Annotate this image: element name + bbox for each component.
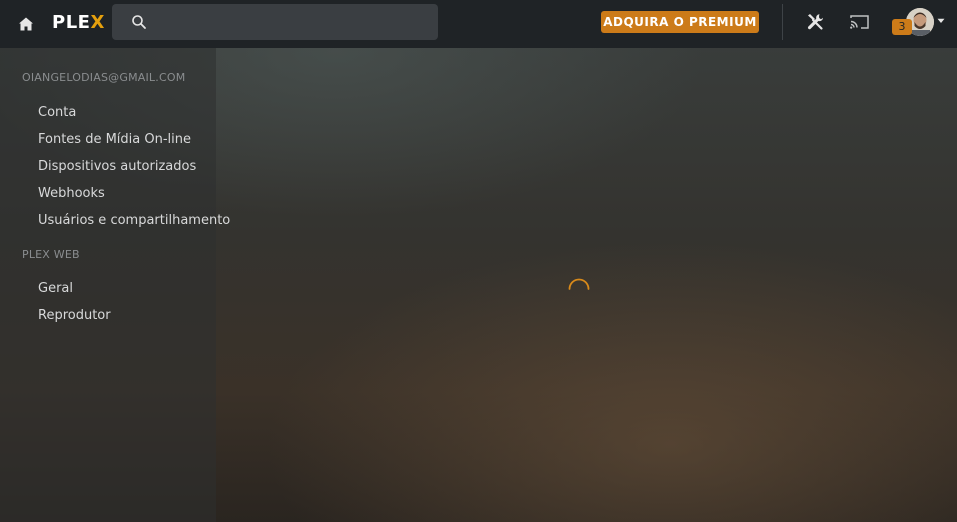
logo-accent: X — [90, 12, 105, 33]
sidebar-item-users-sharing[interactable]: Usuários e compartilhamento — [38, 213, 230, 228]
account-section-header: OIANGELODIAS@GMAIL.COM — [22, 71, 186, 84]
plex-web-section-header: PLEX WEB — [22, 248, 80, 261]
logo-text: PLE — [52, 12, 91, 33]
sidebar-item-general[interactable]: Geral — [38, 281, 73, 296]
user-menu-button[interactable]: 3 — [890, 6, 950, 40]
sidebar-item-authorized-devices[interactable]: Dispositivos autorizados — [38, 159, 196, 174]
get-premium-button[interactable]: ADQUIRA O PREMIUM — [601, 11, 759, 33]
settings-sidebar: OIANGELODIAS@GMAIL.COM Conta Fontes de M… — [0, 48, 230, 522]
notification-badge: 3 — [892, 19, 912, 35]
sidebar-item-account[interactable]: Conta — [38, 105, 76, 120]
wrench-screwdriver-icon — [807, 14, 823, 30]
caret-down-icon — [937, 18, 945, 23]
sidebar-item-webhooks[interactable]: Webhooks — [38, 186, 105, 201]
cast-button[interactable] — [849, 12, 871, 32]
plex-logo[interactable]: PLEX — [52, 11, 105, 35]
top-bar: PLEX ADQUIRA O PREMIUM 3 — [0, 0, 957, 48]
settings-button[interactable] — [804, 11, 826, 33]
search-box[interactable] — [112, 4, 438, 42]
search-input[interactable] — [156, 4, 430, 42]
sidebar-item-online-media-sources[interactable]: Fontes de Mídia On-line — [38, 132, 191, 147]
home-button[interactable] — [14, 12, 38, 36]
loading-spinner — [568, 278, 590, 290]
cast-icon — [850, 15, 869, 29]
toolbar-divider — [782, 4, 783, 40]
search-icon — [132, 15, 146, 29]
home-icon — [19, 17, 33, 31]
sidebar-item-player[interactable]: Reprodutor — [38, 308, 111, 323]
